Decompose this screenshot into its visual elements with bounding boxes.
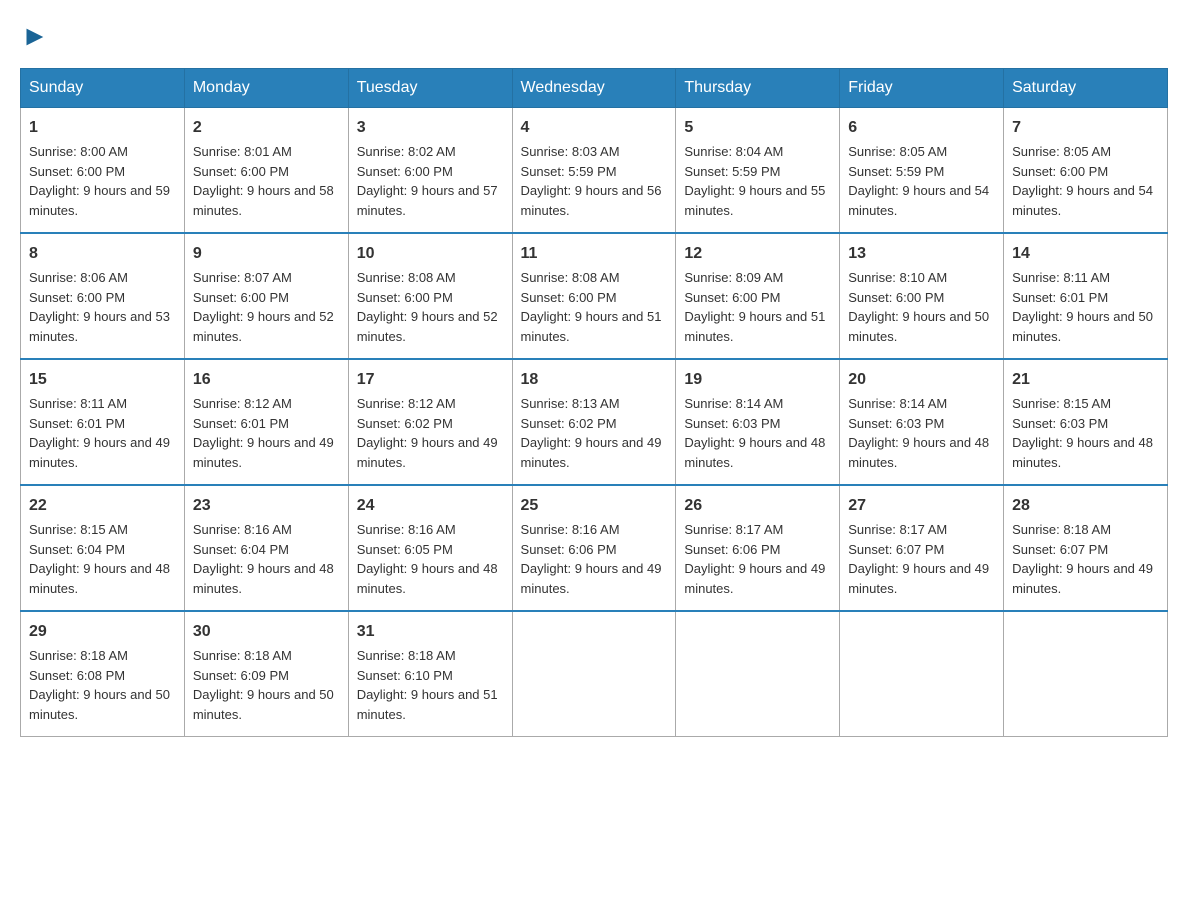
- day-number: 6: [848, 116, 995, 140]
- calendar-cell: 31Sunrise: 8:18 AMSunset: 6:10 PMDayligh…: [348, 611, 512, 737]
- calendar-week-row: 15Sunrise: 8:11 AMSunset: 6:01 PMDayligh…: [21, 359, 1168, 485]
- calendar-cell: 6Sunrise: 8:05 AMSunset: 5:59 PMDaylight…: [840, 108, 1004, 234]
- day-number: 14: [1012, 242, 1159, 266]
- day-number: 7: [1012, 116, 1159, 140]
- col-header-monday: Monday: [184, 69, 348, 108]
- calendar-cell: 11Sunrise: 8:08 AMSunset: 6:00 PMDayligh…: [512, 233, 676, 359]
- logo: ►: [20, 20, 50, 48]
- calendar-cell: 5Sunrise: 8:04 AMSunset: 5:59 PMDaylight…: [676, 108, 840, 234]
- calendar-cell: 17Sunrise: 8:12 AMSunset: 6:02 PMDayligh…: [348, 359, 512, 485]
- day-number: 2: [193, 116, 340, 140]
- calendar-cell: 19Sunrise: 8:14 AMSunset: 6:03 PMDayligh…: [676, 359, 840, 485]
- page-header: ►: [20, 20, 1168, 48]
- day-number: 8: [29, 242, 176, 266]
- day-number: 1: [29, 116, 176, 140]
- col-header-wednesday: Wednesday: [512, 69, 676, 108]
- col-header-saturday: Saturday: [1004, 69, 1168, 108]
- day-number: 9: [193, 242, 340, 266]
- calendar-header-row: SundayMondayTuesdayWednesdayThursdayFrid…: [21, 69, 1168, 108]
- calendar-cell: 14Sunrise: 8:11 AMSunset: 6:01 PMDayligh…: [1004, 233, 1168, 359]
- calendar-cell: 18Sunrise: 8:13 AMSunset: 6:02 PMDayligh…: [512, 359, 676, 485]
- day-number: 11: [521, 242, 668, 266]
- calendar-cell: [676, 611, 840, 737]
- day-number: 18: [521, 368, 668, 392]
- calendar-week-row: 8Sunrise: 8:06 AMSunset: 6:00 PMDaylight…: [21, 233, 1168, 359]
- day-number: 12: [684, 242, 831, 266]
- calendar-week-row: 29Sunrise: 8:18 AMSunset: 6:08 PMDayligh…: [21, 611, 1168, 737]
- day-number: 25: [521, 494, 668, 518]
- day-number: 21: [1012, 368, 1159, 392]
- calendar-cell: [1004, 611, 1168, 737]
- calendar-cell: 1Sunrise: 8:00 AMSunset: 6:00 PMDaylight…: [21, 108, 185, 234]
- day-number: 4: [521, 116, 668, 140]
- day-number: 28: [1012, 494, 1159, 518]
- calendar-cell: 7Sunrise: 8:05 AMSunset: 6:00 PMDaylight…: [1004, 108, 1168, 234]
- calendar-cell: 9Sunrise: 8:07 AMSunset: 6:00 PMDaylight…: [184, 233, 348, 359]
- day-number: 30: [193, 620, 340, 644]
- day-number: 5: [684, 116, 831, 140]
- day-number: 24: [357, 494, 504, 518]
- col-header-friday: Friday: [840, 69, 1004, 108]
- calendar-cell: 12Sunrise: 8:09 AMSunset: 6:00 PMDayligh…: [676, 233, 840, 359]
- day-number: 3: [357, 116, 504, 140]
- calendar-cell: 20Sunrise: 8:14 AMSunset: 6:03 PMDayligh…: [840, 359, 1004, 485]
- day-number: 23: [193, 494, 340, 518]
- col-header-thursday: Thursday: [676, 69, 840, 108]
- calendar-cell: 3Sunrise: 8:02 AMSunset: 6:00 PMDaylight…: [348, 108, 512, 234]
- day-number: 29: [29, 620, 176, 644]
- day-number: 15: [29, 368, 176, 392]
- calendar-week-row: 22Sunrise: 8:15 AMSunset: 6:04 PMDayligh…: [21, 485, 1168, 611]
- calendar-cell: 2Sunrise: 8:01 AMSunset: 6:00 PMDaylight…: [184, 108, 348, 234]
- calendar-cell: 27Sunrise: 8:17 AMSunset: 6:07 PMDayligh…: [840, 485, 1004, 611]
- calendar-cell: [512, 611, 676, 737]
- calendar-cell: 4Sunrise: 8:03 AMSunset: 5:59 PMDaylight…: [512, 108, 676, 234]
- day-number: 31: [357, 620, 504, 644]
- day-number: 17: [357, 368, 504, 392]
- day-number: 26: [684, 494, 831, 518]
- calendar-cell: 13Sunrise: 8:10 AMSunset: 6:00 PMDayligh…: [840, 233, 1004, 359]
- day-number: 22: [29, 494, 176, 518]
- col-header-sunday: Sunday: [21, 69, 185, 108]
- calendar-cell: 30Sunrise: 8:18 AMSunset: 6:09 PMDayligh…: [184, 611, 348, 737]
- logo-arrow-icon: ►: [21, 20, 49, 52]
- calendar-cell: 23Sunrise: 8:16 AMSunset: 6:04 PMDayligh…: [184, 485, 348, 611]
- calendar-cell: 15Sunrise: 8:11 AMSunset: 6:01 PMDayligh…: [21, 359, 185, 485]
- calendar-cell: 21Sunrise: 8:15 AMSunset: 6:03 PMDayligh…: [1004, 359, 1168, 485]
- calendar-cell: 22Sunrise: 8:15 AMSunset: 6:04 PMDayligh…: [21, 485, 185, 611]
- calendar-cell: [840, 611, 1004, 737]
- calendar-cell: 25Sunrise: 8:16 AMSunset: 6:06 PMDayligh…: [512, 485, 676, 611]
- calendar-cell: 16Sunrise: 8:12 AMSunset: 6:01 PMDayligh…: [184, 359, 348, 485]
- day-number: 16: [193, 368, 340, 392]
- calendar-table: SundayMondayTuesdayWednesdayThursdayFrid…: [20, 68, 1168, 737]
- calendar-cell: 10Sunrise: 8:08 AMSunset: 6:00 PMDayligh…: [348, 233, 512, 359]
- calendar-cell: 8Sunrise: 8:06 AMSunset: 6:00 PMDaylight…: [21, 233, 185, 359]
- day-number: 27: [848, 494, 995, 518]
- calendar-cell: 28Sunrise: 8:18 AMSunset: 6:07 PMDayligh…: [1004, 485, 1168, 611]
- col-header-tuesday: Tuesday: [348, 69, 512, 108]
- calendar-cell: 29Sunrise: 8:18 AMSunset: 6:08 PMDayligh…: [21, 611, 185, 737]
- calendar-cell: 26Sunrise: 8:17 AMSunset: 6:06 PMDayligh…: [676, 485, 840, 611]
- day-number: 20: [848, 368, 995, 392]
- calendar-week-row: 1Sunrise: 8:00 AMSunset: 6:00 PMDaylight…: [21, 108, 1168, 234]
- day-number: 13: [848, 242, 995, 266]
- day-number: 10: [357, 242, 504, 266]
- calendar-cell: 24Sunrise: 8:16 AMSunset: 6:05 PMDayligh…: [348, 485, 512, 611]
- day-number: 19: [684, 368, 831, 392]
